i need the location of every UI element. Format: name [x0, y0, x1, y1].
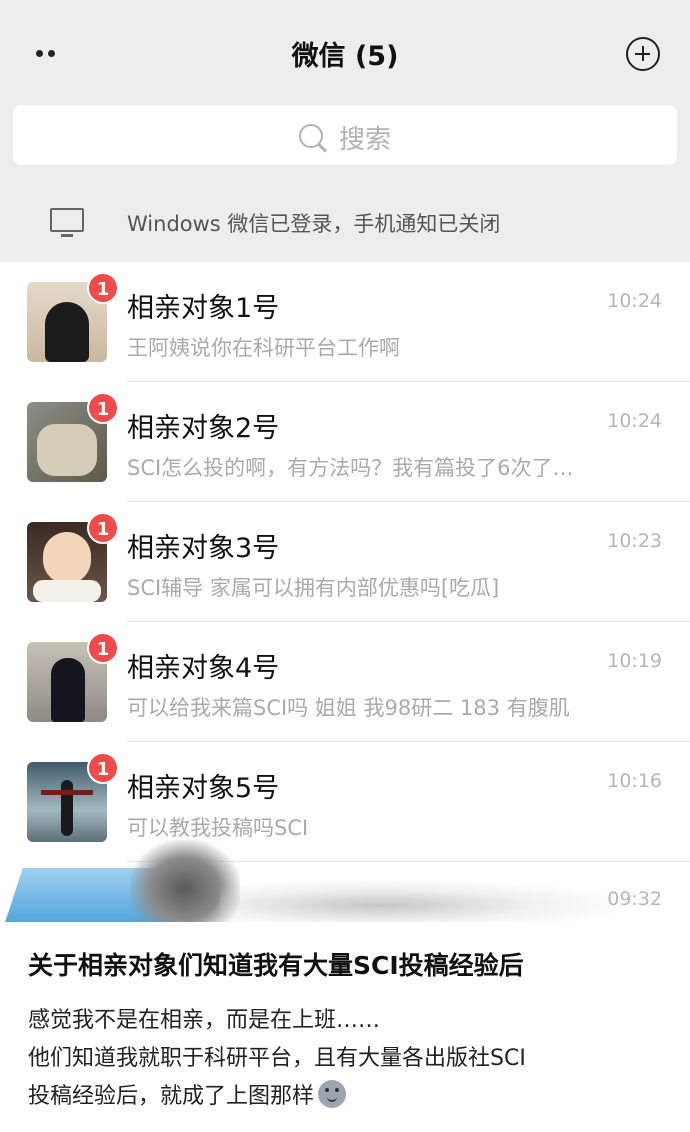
post-line: 他们知道我就职于科研平台，且有大量各出版社SCI	[28, 1046, 526, 1071]
page-title: 微信 (5)	[291, 41, 399, 72]
chat-time: 10:24	[607, 290, 662, 312]
chat-name: 相亲对象5号	[127, 773, 280, 804]
chat-row[interactable]: 1 相亲对象4号 可以给我来篇SCI吗 姐姐 我98研二 183 有腹肌 10:…	[0, 622, 690, 742]
torn-grey-shape	[220, 880, 620, 922]
monitor-icon	[50, 208, 84, 237]
unread-badge: 1	[87, 392, 119, 424]
chat-preview: 王阿姨说你在科研平台工作啊	[127, 336, 400, 360]
search-input[interactable]: 搜索	[13, 105, 677, 165]
torn-paper-edge: 09:32	[0, 840, 690, 922]
chat-name: 相亲对象1号	[127, 293, 280, 324]
post-line-last: 投稿经验后，就成了上图那样	[28, 1078, 668, 1116]
post-line: 感觉我不是在相亲，而是在上班……	[28, 1008, 381, 1033]
post-line-text: 投稿经验后，就成了上图那样	[28, 1084, 315, 1109]
search-placeholder-wrap: 搜索	[13, 119, 677, 156]
chat-row[interactable]: 1 相亲对象1号 王阿姨说你在科研平台工作啊 10:24	[0, 262, 690, 382]
chat-name: 相亲对象2号	[127, 413, 280, 444]
unread-badge: 1	[87, 752, 119, 784]
emoji-icon	[318, 1080, 347, 1108]
search-placeholder: 搜索	[338, 125, 391, 155]
notice-text: Windows 微信已登录，手机通知已关闭	[127, 212, 501, 236]
unread-badge: 1	[87, 512, 119, 544]
top-bar: 微信 (5) 搜索 Windows 微信已登录，手机通知已关闭	[0, 0, 690, 262]
unread-badge: 1	[87, 632, 119, 664]
chat-time: 10:23	[607, 530, 662, 552]
chat-name: 相亲对象3号	[127, 533, 280, 564]
desktop-login-notice[interactable]: Windows 微信已登录，手机通知已关闭	[0, 190, 690, 254]
chat-time: 09:32	[607, 888, 662, 910]
chat-preview: SCI辅导 家属可以拥有内部优惠吗[吃瓜]	[127, 576, 500, 600]
chat-row[interactable]: 1 相亲对象2号 SCI怎么投的啊，有方法吗？我有篇投了6次了… 10:24	[0, 382, 690, 502]
chat-preview: 可以教我投稿吗SCI	[127, 816, 309, 840]
chat-time: 10:19	[607, 650, 662, 672]
unread-badge: 1	[87, 272, 119, 304]
chat-row[interactable]: 1 相亲对象3号 SCI辅导 家属可以拥有内部优惠吗[吃瓜] 10:23	[0, 502, 690, 622]
search-icon	[298, 124, 327, 152]
add-icon[interactable]	[626, 37, 660, 71]
chat-time: 10:24	[607, 410, 662, 432]
post-body: 感觉我不是在相亲，而是在上班…… 他们知道我就职于科研平台，且有大量各出版社SC…	[28, 1002, 668, 1116]
chat-preview: 可以给我来篇SCI吗 姐姐 我98研二 183 有腹肌	[127, 696, 570, 720]
post-title: 关于相亲对象们知道我有大量SCI投稿经验后	[28, 951, 524, 980]
chat-preview: SCI怎么投的啊，有方法吗？我有篇投了6次了…	[127, 456, 574, 480]
chat-time: 10:16	[607, 770, 662, 792]
chat-name: 相亲对象4号	[127, 653, 280, 684]
